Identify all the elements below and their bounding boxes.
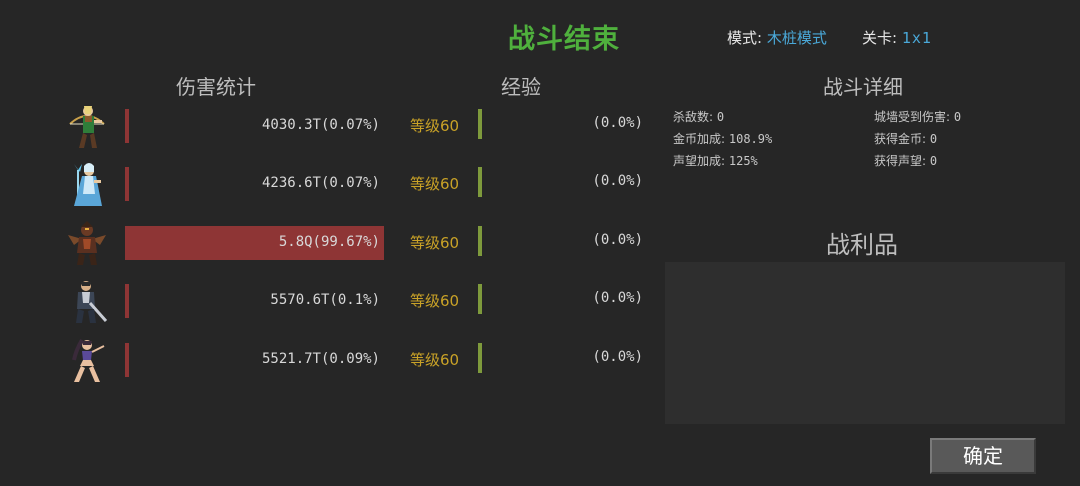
wall-damage-stat: 城墙受到伤害: 0 (874, 108, 961, 125)
fame-bonus-label: 声望加成: (673, 154, 726, 168)
wall-damage-label: 城墙受到伤害: (874, 110, 951, 124)
confirm-button[interactable]: 确定 (930, 438, 1036, 474)
damage-stats-title: 伤害统计 (176, 75, 256, 99)
battle-result-screen: 战斗结束 模式: 木桩模式 关卡: 1x1 伤害统计 经验 战斗详细 4030.… (0, 0, 1080, 486)
damage-value: 5570.6T(0.1%) (270, 292, 380, 308)
gold-bonus-label: 金币加成: (673, 132, 726, 146)
hero-row: 4236.6T(0.07%) 等级60 (0.0%) (0, 163, 660, 206)
exp-bar: (0.0%) (478, 226, 648, 256)
mode-value: 木桩模式 (766, 29, 827, 47)
gold-gained-stat: 获得金币: 0 (874, 130, 937, 147)
stage-info: 关卡: 1x1 (862, 27, 932, 48)
damage-value: 4030.3T(0.07%) (261, 117, 380, 133)
gold-gained-label: 获得金币: (874, 132, 927, 146)
exp-bar-fill (478, 109, 482, 139)
exp-bar: (0.0%) (478, 167, 648, 197)
damage-bar: 4030.3T(0.07%) (125, 109, 385, 143)
exp-bar-fill (478, 226, 482, 256)
wall-damage-value: 0 (953, 110, 962, 124)
damage-bar-fill (125, 284, 129, 318)
hero-row: 4030.3T(0.07%) 等级60 (0.0%) (0, 106, 660, 148)
damage-value: 5521.7T(0.09%) (261, 351, 380, 367)
kills-stat: 杀敌数: 0 (673, 108, 724, 125)
stage-label: 关卡: (862, 29, 898, 47)
hero-level: 等级60 (410, 351, 460, 369)
mode-info: 模式: 木桩模式 (727, 27, 827, 48)
dark-warrior-hero-icon (64, 219, 110, 269)
exp-value: (0.0%) (592, 173, 643, 189)
exp-bar-fill (478, 343, 482, 373)
exp-bar: (0.0%) (478, 109, 648, 139)
hero-row: 5521.7T(0.09%) 等级60 (0.0%) (0, 338, 660, 382)
loot-panel (665, 262, 1065, 424)
hero-level: 等级60 (410, 292, 460, 310)
ice-mage-hero-icon (64, 160, 110, 210)
exp-value: (0.0%) (592, 115, 643, 131)
fame-bonus-value: 125% (728, 154, 758, 168)
dancer-hero-icon (64, 336, 110, 386)
exp-value: (0.0%) (592, 349, 643, 365)
fame-gained-label: 获得声望: (874, 154, 927, 168)
exp-bar: (0.0%) (478, 284, 648, 314)
gold-gained-value: 0 (929, 132, 938, 146)
exp-bar: (0.0%) (478, 343, 648, 373)
fame-bonus-stat: 声望加成: 125% (673, 152, 758, 169)
exp-bar-fill (478, 284, 482, 314)
kills-value: 0 (716, 110, 725, 124)
damage-bar: 4236.6T(0.07%) (125, 167, 385, 201)
exp-title: 经验 (501, 75, 541, 99)
damage-value: 4236.6T(0.07%) (261, 175, 380, 191)
gold-bonus-value: 108.9% (728, 132, 773, 146)
damage-bar: 5570.6T(0.1%) (125, 284, 385, 318)
swordsman-hero-icon (64, 277, 110, 327)
mode-label: 模式: (727, 29, 763, 47)
damage-bar-fill (125, 343, 129, 377)
damage-bar-fill (125, 109, 129, 143)
damage-value: 5.8Q(99.67%) (278, 234, 380, 250)
battle-end-title: 战斗结束 (508, 24, 620, 55)
exp-value: (0.0%) (592, 290, 643, 306)
fame-gained-value: 0 (929, 154, 938, 168)
hero-level: 等级60 (410, 234, 460, 252)
loot-title: 战利品 (826, 231, 898, 259)
damage-bar-fill (125, 167, 129, 201)
gold-bonus-stat: 金币加成: 108.9% (673, 130, 772, 147)
damage-bar: 5.8Q(99.67%) (125, 226, 385, 260)
hero-level: 等级60 (410, 175, 460, 193)
hero-level: 等级60 (410, 117, 460, 135)
hero-row: 5570.6T(0.1%) 等级60 (0.0%) (0, 281, 660, 323)
archer-hero-icon (64, 102, 110, 152)
stage-value: 1x1 (901, 29, 932, 47)
hero-row: 5.8Q(99.67%) 等级60 (0.0%) (0, 221, 660, 265)
fame-gained-stat: 获得声望: 0 (874, 152, 937, 169)
exp-value: (0.0%) (592, 232, 643, 248)
battle-detail-title: 战斗详细 (823, 75, 903, 99)
exp-bar-fill (478, 167, 482, 197)
kills-label: 杀敌数: (673, 110, 714, 124)
damage-bar: 5521.7T(0.09%) (125, 343, 385, 377)
